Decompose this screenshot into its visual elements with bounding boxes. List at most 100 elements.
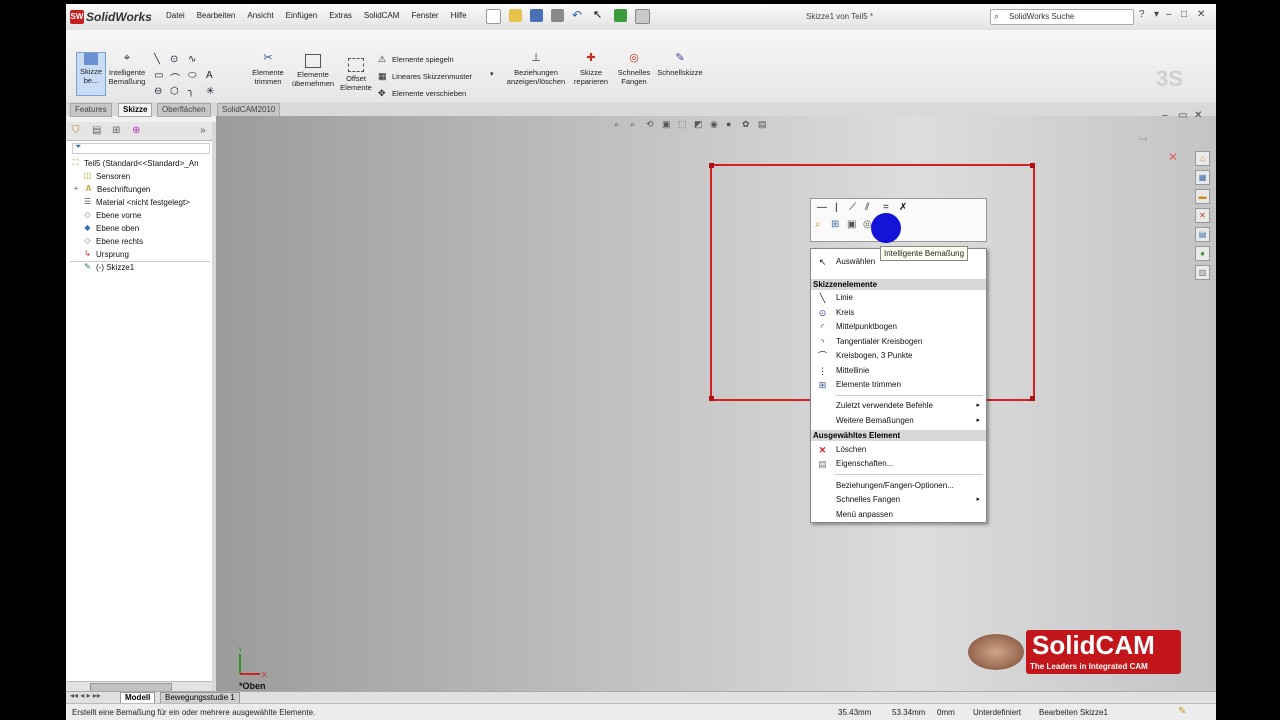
tree-item-ursprung[interactable]: ↳ Ursprung bbox=[82, 249, 129, 259]
tree-filter-input[interactable]: ⏷ bbox=[72, 142, 210, 154]
move-entities-button[interactable]: ✥ Elemente verschieben bbox=[378, 88, 466, 98]
rebuild-status-icon[interactable]: ✎ bbox=[1178, 706, 1186, 717]
library-icon[interactable]: ▦ bbox=[1195, 170, 1210, 185]
tab-solidcam2010[interactable]: SolidCAM2010 bbox=[217, 103, 281, 117]
arc-icon[interactable]: ⌒ bbox=[170, 70, 180, 85]
tab-oberflaechen[interactable]: Oberflächen bbox=[157, 103, 211, 117]
tree-item-material[interactable]: ☰ Material <nicht festgelegt> bbox=[82, 197, 190, 207]
menu-item-centerline[interactable]: ⋮ Mittellinie bbox=[811, 364, 986, 378]
search-input[interactable]: SolidWorks Suche bbox=[1009, 12, 1074, 21]
options-icon[interactable] bbox=[635, 9, 650, 24]
exit-sketch-corner-icon[interactable]: ✕ bbox=[1168, 150, 1178, 164]
smart-dimension-button[interactable]: ⌖ Intelligente Bemaßung bbox=[106, 53, 148, 94]
menu-extras[interactable]: Extras bbox=[329, 11, 352, 20]
menu-item-relations-options[interactable]: Beziehungen/Fangen-Optionen... bbox=[811, 479, 986, 493]
menu-fenster[interactable]: Fenster bbox=[411, 11, 438, 20]
tree-item-skizze1[interactable]: ✎ (-) Skizze1 bbox=[82, 262, 134, 272]
sketch-endpoint[interactable] bbox=[1030, 396, 1035, 401]
convert-entities-button[interactable]: Elemente übernehmen bbox=[290, 54, 336, 94]
featuremanager-icon[interactable]: ⛉ bbox=[72, 125, 80, 136]
home-icon[interactable]: ⌂ bbox=[1195, 151, 1210, 166]
tab-features[interactable]: Features bbox=[70, 103, 112, 117]
horizontal-relation-icon[interactable]: — bbox=[817, 202, 827, 213]
ellipse-icon[interactable]: ⬭ bbox=[188, 70, 197, 81]
sketch-endpoint[interactable] bbox=[1030, 163, 1035, 168]
menu-item-customize[interactable]: Menü anpassen bbox=[811, 508, 986, 522]
tree-item-ebene-vorne[interactable]: ◇ Ebene vorne bbox=[82, 210, 141, 220]
appearances-icon[interactable]: ● bbox=[1195, 246, 1210, 261]
tree-item-part[interactable]: ⛶ Teil5 (Standard<<Standard>_An bbox=[70, 158, 199, 168]
relations-button[interactable]: ⊥ Beziehungen anzeigen/löschen bbox=[502, 53, 570, 94]
trim-entities-icon[interactable]: ⊞ bbox=[831, 219, 839, 230]
menu-datei[interactable]: Datei bbox=[166, 11, 185, 20]
repair-sketch-button[interactable]: ✚ Skizze reparieren bbox=[572, 53, 610, 94]
menu-item-more-dimensions[interactable]: Weitere Bemaßungen ▸ bbox=[811, 414, 986, 428]
hide-show-icon[interactable]: ◉ bbox=[710, 119, 720, 129]
diagonal-line-icon[interactable]: ⟋ bbox=[849, 202, 856, 213]
linear-pattern-button[interactable]: ▦ Lineares Skizzenmuster bbox=[378, 71, 472, 81]
previous-view-icon[interactable]: ⟲ bbox=[646, 119, 656, 129]
search-box[interactable]: ⌕ SolidWorks Suche bbox=[990, 9, 1134, 25]
zoom-area-icon[interactable]: ⌕ bbox=[630, 119, 640, 129]
tab-scroll-icon[interactable]: ◂◂ ◂ ▸ ▸▸ bbox=[70, 691, 101, 700]
help-dropdown-icon[interactable]: ▾ bbox=[1154, 9, 1159, 20]
menu-item-centerpoint-arc[interactable]: ◜ Mittelpunktbogen bbox=[811, 320, 986, 334]
scene-icon[interactable]: ✿ bbox=[742, 119, 752, 129]
pattern-dropdown-icon[interactable]: ▾ bbox=[490, 70, 494, 78]
display-style-icon[interactable]: ◩ bbox=[694, 119, 704, 129]
point-icon[interactable]: ✳ bbox=[206, 86, 214, 97]
search-results-icon[interactable]: ✕ bbox=[1195, 208, 1210, 223]
fillet-icon[interactable]: ╮ bbox=[188, 86, 194, 97]
equal-relation-icon[interactable]: = bbox=[883, 202, 889, 213]
rectangle-icon[interactable]: ▭ bbox=[154, 70, 163, 81]
save-icon[interactable] bbox=[530, 9, 543, 22]
menu-item-properties[interactable]: ▤ Eigenschaften... bbox=[811, 457, 986, 471]
undo-icon[interactable]: ↶ bbox=[572, 9, 585, 22]
canvas-close-icon[interactable]: ✕ bbox=[1194, 110, 1202, 121]
menu-einfuegen[interactable]: Einfügen bbox=[286, 11, 318, 20]
trim-entities-button[interactable]: ✂ Elemente trimmen bbox=[248, 53, 288, 94]
tree-item-ebene-oben[interactable]: ◆ Ebene oben bbox=[82, 223, 139, 233]
text-tool-icon[interactable]: A bbox=[206, 70, 213, 81]
menu-bearbeiten[interactable]: Bearbeiten bbox=[197, 11, 236, 20]
quick-snaps-button[interactable]: ◎ Schnelles Fangen bbox=[614, 53, 654, 94]
tree-item-beschriftungen[interactable]: + A Beschriftungen bbox=[72, 184, 151, 194]
circle-icon[interactable]: ⊙ bbox=[170, 54, 178, 65]
canvas-restore-icon[interactable]: ▭ bbox=[1178, 110, 1187, 121]
menu-hilfe[interactable]: Hilfe bbox=[451, 11, 467, 20]
menu-item-quick-snaps[interactable]: Schnelles Fangen ▸ bbox=[811, 493, 986, 507]
zoom-selection-icon[interactable]: ⌕ bbox=[815, 219, 821, 230]
tree-item-sensoren[interactable]: ◫ Sensoren bbox=[82, 171, 131, 181]
zoom-to-fit-icon[interactable]: ⌕ bbox=[614, 119, 624, 129]
custom-properties-icon[interactable]: ▥ bbox=[1195, 265, 1210, 280]
sketch-endpoint[interactable] bbox=[709, 396, 714, 401]
sketch-edit-icon[interactable]: ▣ bbox=[847, 219, 856, 230]
rapid-sketch-button[interactable]: ✎ Schnellskizze bbox=[656, 53, 704, 78]
app-logo[interactable]: SW SolidWorks bbox=[70, 9, 152, 25]
parallel-relation-icon[interactable]: ⫽ bbox=[865, 202, 869, 213]
slot-icon[interactable]: ⊖ bbox=[154, 86, 162, 97]
spline-icon[interactable]: ∿ bbox=[188, 54, 196, 65]
mirror-entities-button[interactable]: ⚠ Elemente spiegeln bbox=[378, 54, 454, 64]
tab-skizze[interactable]: Skizze bbox=[118, 103, 153, 117]
menu-item-tangent-arc[interactable]: ◝ Tangentialer Kreisbogen bbox=[811, 335, 986, 349]
close-icon[interactable]: ✕ bbox=[1197, 9, 1205, 20]
dimxpert-icon[interactable]: ⊕ bbox=[132, 125, 140, 136]
tree-item-ebene-rechts[interactable]: ◇ Ebene rechts bbox=[82, 236, 143, 246]
canvas-minimize-icon[interactable]: – bbox=[1162, 110, 1168, 121]
menu-item-3point-arc[interactable]: ⌒ Kreisbogen, 3 Punkte bbox=[811, 349, 986, 363]
menu-item-line[interactable]: ╲ Linie bbox=[811, 291, 986, 305]
print-icon[interactable] bbox=[551, 9, 564, 22]
offset-entities-button[interactable]: Offset Elemente bbox=[340, 58, 372, 94]
file-explorer-icon[interactable]: ▬ bbox=[1195, 189, 1210, 204]
menu-solidcam[interactable]: SolidCAM bbox=[364, 11, 400, 20]
fix-relation-icon[interactable]: ✗ bbox=[899, 202, 907, 213]
exit-sketch-button[interactable]: Skizze be... bbox=[76, 52, 106, 96]
help-question-icon[interactable]: ? bbox=[1139, 9, 1145, 20]
sketch-endpoint[interactable] bbox=[709, 163, 714, 168]
view-orientation-icon[interactable]: ⬚ bbox=[678, 119, 688, 129]
menu-item-delete[interactable]: ✕ Löschen bbox=[811, 443, 986, 457]
menu-item-trim[interactable]: ⊞ Elemente trimmen bbox=[811, 378, 986, 392]
restore-icon[interactable]: □ bbox=[1181, 9, 1187, 20]
confirm-corner-icon[interactable]: ↪ bbox=[1138, 132, 1148, 146]
